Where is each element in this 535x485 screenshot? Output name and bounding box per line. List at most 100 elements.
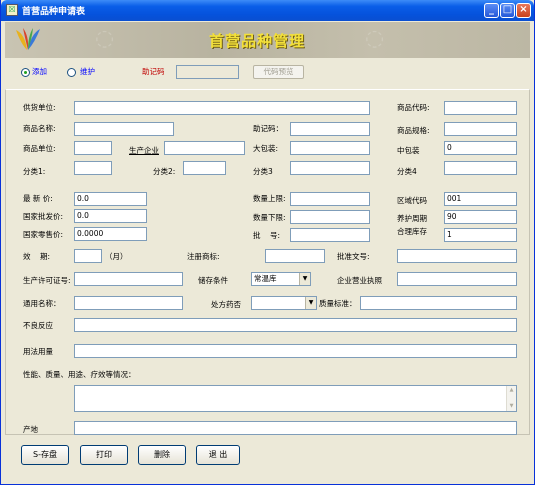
- logo-icon: [16, 28, 40, 50]
- chevron-down-icon[interactable]: ▼: [299, 273, 310, 285]
- usage-label: 用法用量: [23, 347, 53, 356]
- retail-price-input[interactable]: 0.0000: [74, 227, 147, 241]
- storage-selected-value: 常温库: [254, 274, 277, 283]
- mnemonic-input[interactable]: [176, 65, 239, 79]
- scroll-up-icon[interactable]: ▲: [508, 387, 515, 394]
- category3-label: 分类3: [253, 167, 273, 176]
- manufacturer-input[interactable]: [164, 141, 245, 155]
- category1-label: 分类1:: [23, 167, 46, 176]
- qty-upper-input[interactable]: [290, 192, 370, 206]
- product-code-label: 商品代码:: [397, 103, 430, 112]
- maintain-radio-label[interactable]: 维护: [80, 66, 95, 78]
- region-code-input[interactable]: 001: [444, 192, 517, 206]
- business-license-input[interactable]: [397, 272, 517, 286]
- exit-button[interactable]: 退 出: [196, 445, 240, 465]
- maintenance-cycle-input[interactable]: 90: [444, 210, 517, 224]
- app-window: ☒ 首营品种申请表 _ □ × ◌ ◌ 首营品种管理 添加 维护 助记码 代码预…: [0, 0, 535, 485]
- latest-price-input[interactable]: 0.0: [74, 192, 147, 206]
- reasonable-stock-label: 合理库存: [397, 227, 427, 236]
- usage-input[interactable]: [74, 344, 517, 358]
- spec-label: 商品规格:: [397, 126, 430, 135]
- add-radio-label[interactable]: 添加: [32, 66, 47, 78]
- qty-lower-input[interactable]: [290, 210, 370, 224]
- approval-no-label: 批准文号:: [337, 252, 370, 261]
- quality-standard-input[interactable]: [360, 296, 517, 310]
- batch-no-label: 批 号:: [253, 231, 281, 240]
- performance-label: 性能、质量、用途、疗效等情况：: [23, 370, 136, 379]
- validity-label: 效 期:: [23, 252, 51, 261]
- scroll-down-icon[interactable]: ▼: [508, 403, 515, 410]
- manufacturer-label: 生产企业: [129, 146, 159, 155]
- generic-name-input[interactable]: [74, 296, 183, 310]
- unit-label: 商品单位:: [23, 144, 56, 153]
- category4-input[interactable]: [444, 161, 517, 175]
- close-button[interactable]: ×: [516, 3, 531, 18]
- maintenance-cycle-label: 养护周期: [397, 214, 427, 223]
- supplier-input[interactable]: [74, 101, 370, 115]
- origin-label: 产地: [23, 425, 38, 434]
- origin-input[interactable]: [74, 421, 517, 435]
- prescription-label: 处方药否: [211, 300, 241, 309]
- qty-lower-label: 数量下限:: [253, 213, 286, 222]
- header-banner: ◌ ◌ 首营品种管理: [5, 22, 530, 58]
- print-button[interactable]: 打印: [80, 445, 128, 465]
- save-button[interactable]: S-存盘: [21, 445, 69, 465]
- category4-label: 分类4: [397, 167, 417, 176]
- approval-no-input[interactable]: [397, 249, 517, 263]
- banner-watermark: ◌: [365, 26, 385, 51]
- maintain-radio[interactable]: [67, 68, 76, 77]
- trademark-input[interactable]: [265, 249, 325, 263]
- add-radio[interactable]: [21, 68, 30, 77]
- product-code-input[interactable]: [444, 101, 517, 115]
- batch-no-input[interactable]: [290, 228, 370, 242]
- trademark-label: 注册商标:: [187, 252, 220, 261]
- mnemonic-label: 助记码: [142, 67, 165, 76]
- delete-button[interactable]: 删除: [138, 445, 186, 465]
- category2-label: 分类2:: [153, 167, 176, 176]
- region-code-label: 区域代码: [397, 196, 427, 205]
- latest-price-label: 最 新 价:: [23, 194, 53, 203]
- storage-label: 储存条件: [198, 276, 228, 285]
- large-pack-input[interactable]: [290, 141, 370, 155]
- textarea-scrollbar[interactable]: ▲ ▼: [506, 386, 516, 411]
- production-license-input[interactable]: [74, 272, 183, 286]
- category1-input[interactable]: [74, 161, 112, 175]
- app-icon: ☒: [6, 4, 18, 16]
- spec-input[interactable]: [444, 122, 517, 136]
- wholesale-price-input[interactable]: 0.0: [74, 209, 147, 223]
- generic-name-label: 通用名称：: [23, 299, 61, 308]
- storage-select[interactable]: 常温库 ▼: [251, 272, 311, 286]
- qty-upper-label: 数量上限:: [253, 194, 286, 203]
- window-title: 首营品种申请表: [22, 7, 86, 17]
- product-name-input[interactable]: [74, 122, 174, 136]
- validity-input[interactable]: [74, 249, 102, 263]
- mnemonic-code-label: 助记码：: [253, 124, 283, 133]
- chevron-down-icon[interactable]: ▼: [305, 297, 316, 309]
- retail-price-label: 国家零售价:: [23, 230, 64, 239]
- code-preview-button[interactable]: 代码预览: [253, 65, 304, 79]
- banner-watermark: ◌: [95, 26, 115, 51]
- medium-pack-label: 中包装: [397, 146, 420, 155]
- title-bar[interactable]: ☒ 首营品种申请表 _ □ ×: [1, 0, 534, 21]
- business-license-label: 企业营业执照: [337, 276, 382, 285]
- performance-textarea[interactable]: ▲ ▼: [74, 385, 517, 412]
- prescription-select[interactable]: ▼: [251, 296, 317, 310]
- minimize-button[interactable]: _: [484, 3, 499, 18]
- wholesale-price-label: 国家批发价:: [23, 212, 64, 221]
- category2-input[interactable]: [183, 161, 226, 175]
- supplier-label: 供货单位:: [23, 103, 56, 112]
- quality-standard-label: 质量标准：: [319, 299, 357, 308]
- medium-pack-input[interactable]: 0: [444, 141, 517, 155]
- large-pack-label: 大包装:: [253, 144, 279, 153]
- production-license-label: 生产许可证号:: [23, 276, 71, 285]
- adverse-reaction-label: 不良反应: [23, 321, 53, 330]
- reasonable-stock-input[interactable]: 1: [444, 228, 517, 242]
- unit-input[interactable]: [74, 141, 112, 155]
- product-name-label: 商品名称:: [23, 124, 56, 133]
- validity-unit-label: （月）: [105, 252, 128, 261]
- category3-input[interactable]: [290, 161, 370, 175]
- mnemonic-code-input[interactable]: [290, 122, 370, 136]
- maximize-button[interactable]: □: [500, 3, 515, 18]
- adverse-reaction-input[interactable]: [74, 318, 517, 332]
- banner-title: 首营品种管理: [209, 32, 306, 50]
